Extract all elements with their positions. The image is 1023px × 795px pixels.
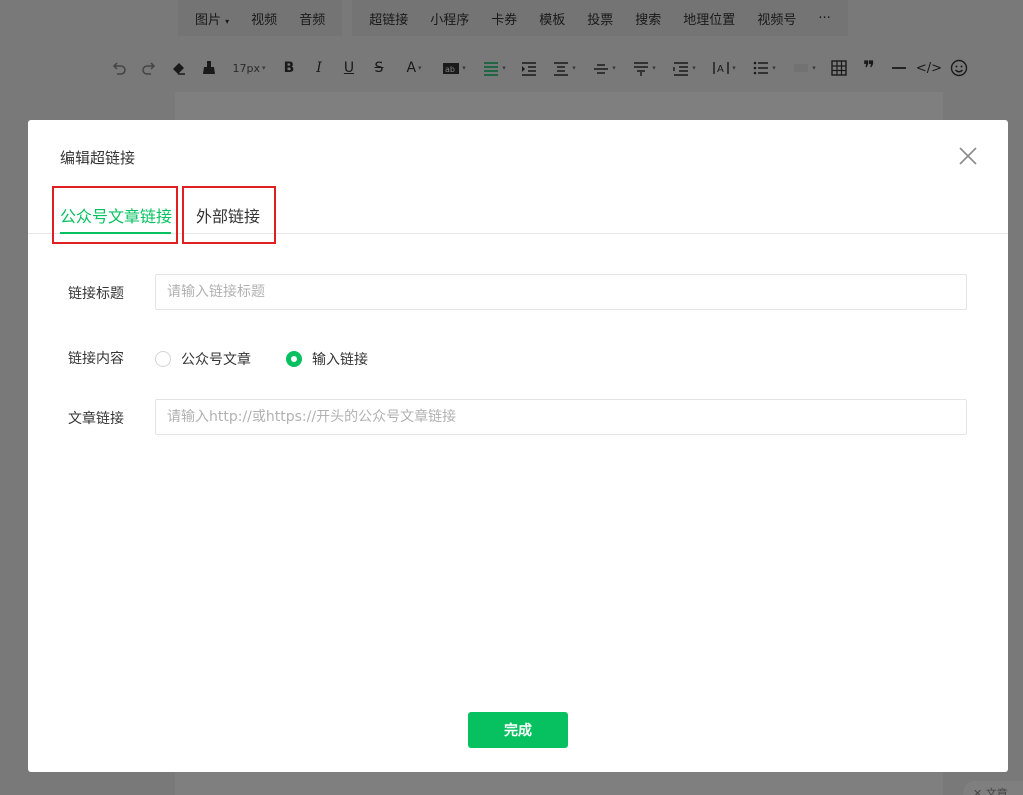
- tab-external-link-label: 外部链接: [196, 207, 261, 226]
- link-title-label: 链接标题: [68, 286, 124, 302]
- link-title-input[interactable]: [155, 274, 967, 310]
- radio-input-link-circle[interactable]: [286, 351, 302, 367]
- radio-input-link-label: 输入链接: [312, 352, 368, 368]
- radio-article-label: 公众号文章: [181, 352, 251, 368]
- article-link-input[interactable]: [155, 399, 967, 435]
- radio-input-link[interactable]: 输入链接: [286, 349, 368, 369]
- radio-article-circle[interactable]: [155, 351, 171, 367]
- dialog-tabs: 公众号文章链接 外部链接: [28, 186, 1008, 244]
- tab-article-link-label: 公众号文章链接: [60, 207, 173, 226]
- dialog-title: 编辑超链接: [60, 149, 136, 167]
- edit-hyperlink-dialog: 编辑超链接 公众号文章链接 外部链接 链接标题 链接内容 公众号文章 输入链接 …: [28, 120, 1008, 772]
- done-button[interactable]: 完成: [468, 712, 568, 748]
- radio-article[interactable]: 公众号文章: [155, 349, 251, 369]
- tab-external-link[interactable]: 外部链接: [182, 186, 276, 244]
- close-icon[interactable]: [958, 146, 978, 166]
- active-tab-underline: [60, 232, 171, 234]
- article-link-label: 文章链接: [68, 411, 124, 427]
- tab-article-link[interactable]: 公众号文章链接: [52, 186, 178, 244]
- link-content-label: 链接内容: [68, 351, 124, 367]
